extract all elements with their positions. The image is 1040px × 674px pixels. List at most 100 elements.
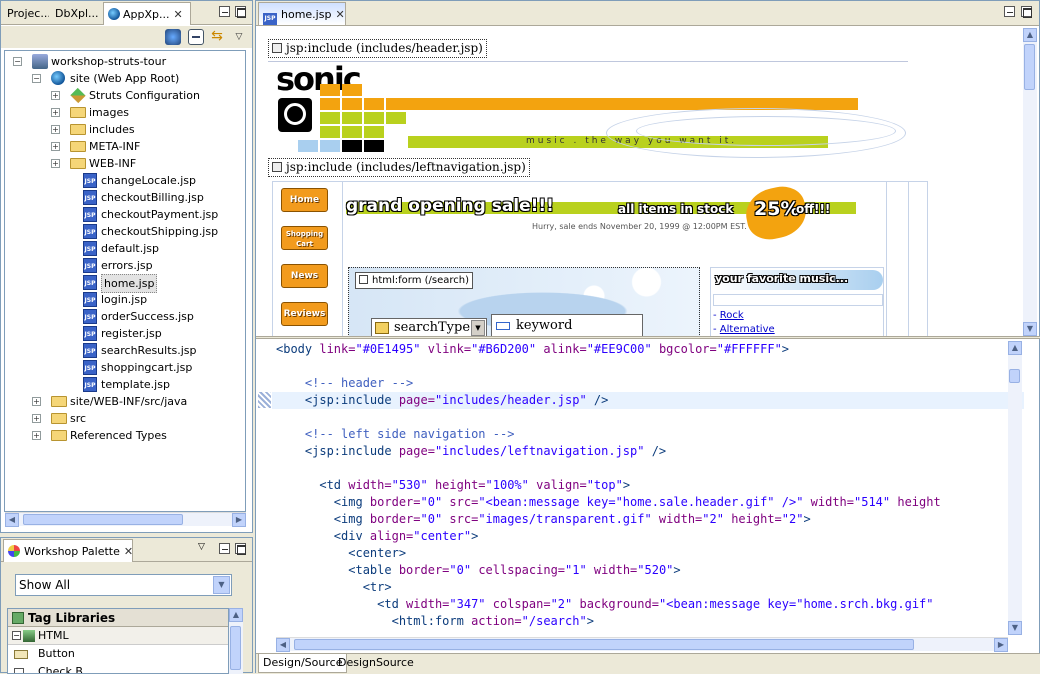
code-token: "#0E1495" xyxy=(355,342,421,356)
expand-icon[interactable]: + xyxy=(51,108,60,117)
tab-label: AppXp... xyxy=(123,8,170,21)
tab-dbxplorer[interactable]: DbXpl... xyxy=(51,2,101,25)
tree-node-label: checkoutBilling.jsp xyxy=(101,191,204,204)
chevron-down-icon[interactable]: ▼ xyxy=(471,320,485,336)
minimize-button[interactable] xyxy=(219,543,230,554)
scroll-down-icon[interactable]: ▼ xyxy=(1023,322,1037,336)
tree-node-label: changeLocale.jsp xyxy=(101,174,197,187)
expand-icon[interactable]: + xyxy=(51,125,60,134)
tree-node-label: src xyxy=(70,412,87,425)
tree-horizontal-scrollbar[interactable]: ◀ ▶ xyxy=(5,512,246,527)
expand-icon[interactable]: + xyxy=(51,142,60,151)
scroll-thumb[interactable] xyxy=(1024,44,1035,90)
collapse-icon[interactable]: − xyxy=(13,57,22,66)
collapse-all-icon[interactable] xyxy=(188,29,204,45)
palette-subsection-html[interactable]: − HTML xyxy=(8,627,228,645)
palette-vertical-scrollbar[interactable]: ▲ xyxy=(229,608,243,674)
tree-node-label: Referenced Types xyxy=(70,429,167,442)
expand-icon[interactable]: + xyxy=(32,431,41,440)
html-form-tag[interactable]: html:form (/search) xyxy=(355,272,474,289)
code-line: <center> xyxy=(276,545,406,562)
minimize-button[interactable] xyxy=(219,6,230,17)
jsp-icon: JSP xyxy=(83,360,97,375)
input-value: keyword xyxy=(516,318,573,333)
tab-home-jsp[interactable]: JSP home.jsp ✕ xyxy=(258,2,346,25)
scroll-up-icon[interactable]: ▲ xyxy=(1023,28,1037,42)
code-token: "#EE9C00" xyxy=(586,342,652,356)
code-token: "520" xyxy=(637,563,674,577)
chevron-down-icon[interactable]: ▼ xyxy=(213,576,230,594)
code-token: "<bean:message key="home.sale.header.gif… xyxy=(478,495,804,509)
code-token: "0" xyxy=(449,563,472,577)
code-token: "includes/header.jsp" xyxy=(434,393,587,407)
scroll-thumb[interactable] xyxy=(230,626,241,670)
scroll-thumb[interactable] xyxy=(1009,369,1020,383)
tree-node-label: login.jsp xyxy=(101,293,148,306)
code-token: <td xyxy=(276,597,407,611)
collapse-icon[interactable]: − xyxy=(12,631,21,640)
genre-rock-link[interactable]: - Rock xyxy=(713,310,744,321)
view-menu-icon[interactable]: ▽ xyxy=(231,29,247,45)
code-line: <td width="530" height="100%" valign="to… xyxy=(276,477,630,494)
search-type-select[interactable]: searchType ▼ xyxy=(371,318,487,336)
code-token: vlink= xyxy=(420,342,472,356)
close-icon[interactable]: ✕ xyxy=(124,545,132,558)
nav-news-button[interactable]: News xyxy=(281,264,328,288)
genre-alternative-link[interactable]: - Alternative xyxy=(713,324,775,335)
scroll-thumb[interactable] xyxy=(294,639,914,650)
source-view[interactable]: <body link="#0E1495" vlink="#B6D200" ali… xyxy=(258,339,1024,635)
scroll-up-icon[interactable]: ▲ xyxy=(229,608,243,622)
code-token: page= xyxy=(398,444,435,458)
header-graphic: sonic music . the way you want it. xyxy=(276,60,906,158)
palette-section-tag-libraries[interactable]: Tag Libraries xyxy=(8,609,228,627)
scroll-right-icon[interactable]: ▶ xyxy=(232,513,246,527)
maximize-button[interactable] xyxy=(1021,6,1032,18)
textfield-icon xyxy=(496,322,510,330)
scroll-up-icon[interactable]: ▲ xyxy=(1008,341,1022,355)
nav-shopping-cart-button[interactable]: Shopping Cart xyxy=(281,226,328,250)
code-token: "#B6D200" xyxy=(471,342,537,356)
maximize-button[interactable] xyxy=(235,543,246,555)
globe-icon xyxy=(51,71,65,85)
source-vertical-scrollbar[interactable]: ▲ ▼ xyxy=(1008,341,1022,635)
expand-icon[interactable]: + xyxy=(51,91,60,100)
expand-icon[interactable]: + xyxy=(32,397,41,406)
tab-source[interactable]: Source xyxy=(372,654,418,673)
folder-icon xyxy=(70,141,86,152)
expand-icon[interactable]: + xyxy=(51,159,60,168)
scroll-thumb[interactable] xyxy=(23,514,183,525)
palette-item-checkbox[interactable]: Check B... xyxy=(8,663,228,673)
scroll-left-icon[interactable]: ◀ xyxy=(276,638,290,652)
include-header-tag[interactable]: jsp:include (includes/header.jsp) xyxy=(268,39,487,58)
tree-node-label: shoppingcart.jsp xyxy=(101,361,193,374)
globe-refresh-icon[interactable] xyxy=(165,29,181,45)
nav-reviews-button[interactable]: Reviews xyxy=(281,302,328,326)
minimize-button[interactable] xyxy=(1004,6,1015,17)
scroll-right-icon[interactable]: ▶ xyxy=(994,638,1008,652)
nav-home-button[interactable]: Home xyxy=(281,188,328,212)
view-menu-icon[interactable]: ▽ xyxy=(198,543,209,554)
design-vertical-scrollbar[interactable]: ▲ ▼ xyxy=(1023,28,1037,336)
tab-appxplorer[interactable]: AppXp... ✕ xyxy=(103,2,191,25)
palette-filter-select[interactable]: Show All ▼ xyxy=(15,574,232,596)
code-token: border= xyxy=(369,495,421,509)
design-view[interactable]: jsp:include (includes/header.jsp) sonic … xyxy=(258,26,1024,336)
tree-node-label: workshop-struts-tour xyxy=(51,55,167,68)
expand-icon[interactable]: + xyxy=(32,414,41,423)
tab-workshop-palette[interactable]: Workshop Palette ✕ xyxy=(3,539,133,562)
close-icon[interactable]: ✕ xyxy=(335,8,344,21)
scroll-left-icon[interactable]: ◀ xyxy=(5,513,19,527)
link-editor-icon[interactable]: ⇆ xyxy=(209,29,225,45)
source-horizontal-scrollbar[interactable]: ◀ ▶ xyxy=(276,637,1008,652)
tab-project[interactable]: Projec... xyxy=(3,2,49,25)
close-icon[interactable]: ✕ xyxy=(174,8,183,21)
code-token: > xyxy=(622,478,631,492)
scroll-down-icon[interactable]: ▼ xyxy=(1008,621,1022,635)
code-token: alink= xyxy=(536,342,587,356)
collapse-icon[interactable]: − xyxy=(32,74,41,83)
include-leftnav-tag[interactable]: jsp:include (includes/leftnavigation.jsp… xyxy=(268,158,530,177)
palette-item-button[interactable]: Button xyxy=(8,645,228,663)
tree-node-label: META-INF xyxy=(89,140,141,153)
maximize-button[interactable] xyxy=(235,6,246,18)
keyword-input[interactable]: keyword xyxy=(491,314,643,336)
